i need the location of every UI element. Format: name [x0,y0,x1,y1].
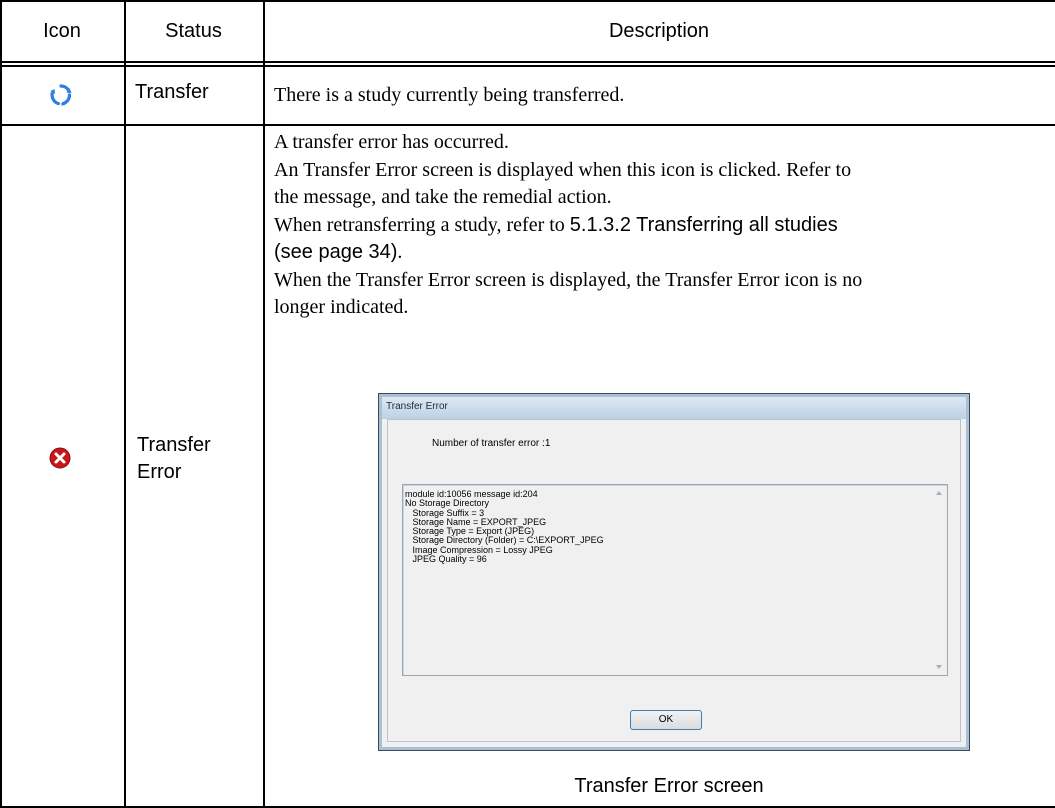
row-divider [0,124,1055,126]
desc-line: (see page 34). [274,239,1055,267]
ok-button: OK [630,710,702,730]
table-left-border [0,0,2,808]
error-count-label: Number of transfer error :1 [432,438,551,449]
status-line: Error [137,461,182,483]
header-double-rule [0,61,1055,63]
dialog-title: Transfer Error [382,397,966,419]
error-icon [49,447,71,474]
desc-text: . [397,241,403,263]
status-line: Transfer [137,434,211,456]
transfer-error-dialog-screenshot: Transfer Error Number of transfer error … [378,393,970,751]
header-description: Description [608,20,710,42]
log-line: JPEG Quality = 96 [405,554,487,565]
page-reference-link[interactable]: (see page 34) [274,241,397,263]
desc-text: When retransferring a study, refer to [274,213,570,236]
scroll-up-arrow-icon [936,491,942,495]
description-transfer: There is a study currently being transfe… [274,84,625,106]
description-transfer-error: A transfer error has occurred. An Transf… [274,129,1055,322]
table-top-border [0,0,1055,2]
desc-line: An Transfer Error screen is displayed wh… [274,158,852,181]
cross-reference-link[interactable]: 5.1.3.2 Transferring all studies [570,214,838,236]
desc-line: the message, and take the remedial actio… [274,186,612,208]
header-icon: Icon [43,20,81,42]
table-bottom-border [0,806,1055,808]
desc-line: A transfer error has occurred. [274,131,509,153]
scroll-down-arrow-icon [936,665,942,669]
column-divider [124,0,126,808]
status-table: Icon Status Description Transfer There i… [0,0,1055,808]
header-double-rule [0,65,1055,67]
error-log-box: module id:10056 message id:204 No Storage… [402,484,948,676]
transfer-icon [50,84,72,111]
status-transfer: Transfer [135,81,209,103]
desc-line: When retransferring a study, refer to 5.… [274,212,1055,240]
status-transfer-error: Transfer Error [137,432,211,486]
desc-line: When the Transfer Error screen is displa… [274,268,863,291]
desc-line: longer indicated. [274,296,409,318]
error-log-text: module id:10056 message id:204 No Storage… [405,489,604,565]
dialog-body: Number of transfer error :1 module id:10… [387,419,961,742]
figure-caption: Transfer Error screen [574,775,764,797]
log-scrollbar [931,485,947,675]
column-divider [263,0,265,808]
header-status: Status [165,20,222,42]
